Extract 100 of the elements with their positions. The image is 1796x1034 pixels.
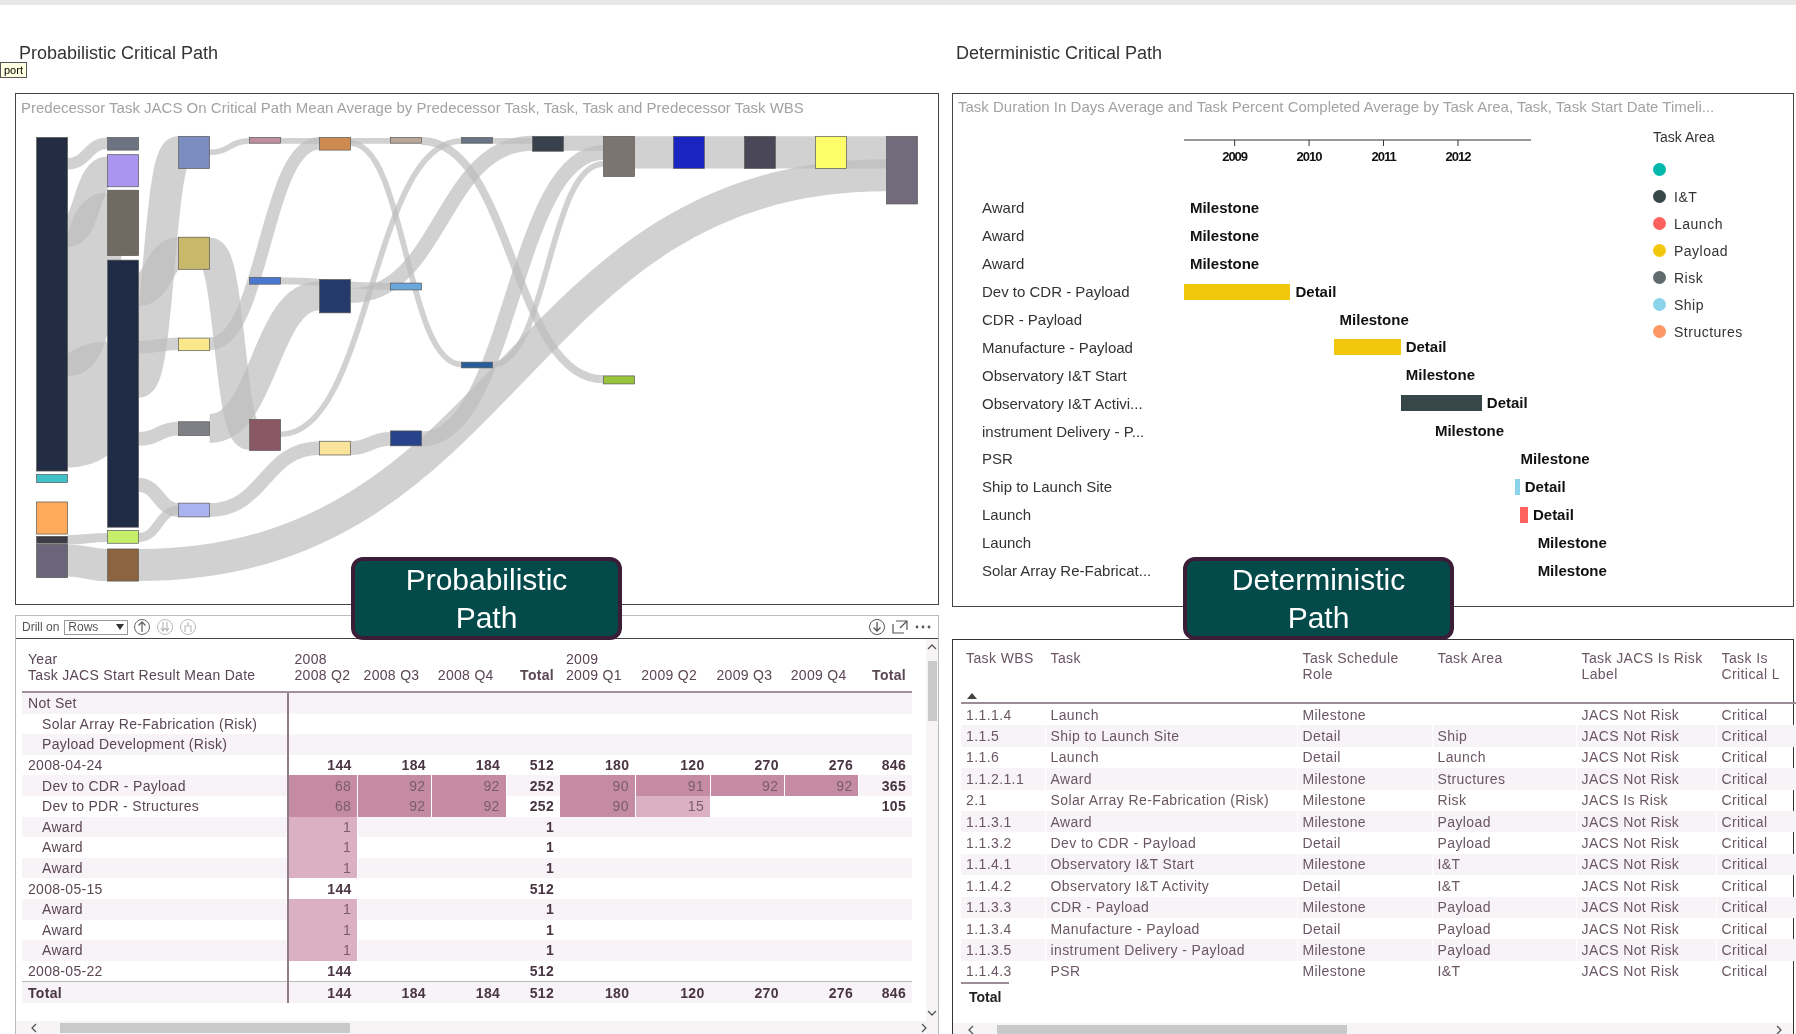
scrollbar-thumb[interactable]: [60, 1022, 350, 1033]
task-label: Manufacture - Payload: [982, 338, 1133, 356]
matrix-cell: 252: [506, 795, 560, 817]
matrix-cell: 92: [431, 775, 507, 796]
row-label: Payload Development (Risk): [22, 734, 289, 755]
table-cell: CDR - Payload: [1045, 896, 1297, 918]
table-cell: Milestone: [1297, 939, 1432, 961]
matrix-cell: 512: [506, 960, 560, 982]
matrix-cell: 92: [710, 775, 785, 796]
sort-ascending-icon[interactable]: [967, 693, 977, 699]
column-header[interactable]: Task Area: [1432, 644, 1576, 703]
horizontal-scrollbar[interactable]: [953, 1023, 1793, 1034]
column-header[interactable]: Task Is Critical L: [1716, 644, 1796, 703]
scroll-right-icon[interactable]: [920, 1022, 928, 1033]
table-cell: Observatory I&T Activity: [1045, 875, 1297, 897]
matrix-cell: 1: [506, 837, 560, 858]
schedule-role-label: Milestone: [1434, 421, 1505, 442]
task-label: Ship to Launch Site: [982, 478, 1113, 496]
drill-dropdown[interactable]: Rows: [64, 619, 129, 635]
task-label: Solar Array Re-Fabricat...: [982, 562, 1152, 579]
schedule-role-label: Milestone: [1189, 253, 1260, 274]
table-cell: Payload: [1432, 832, 1576, 854]
matrix-cell: 365: [859, 775, 912, 796]
matrix-cell: 144: [288, 754, 358, 776]
section-title: Probabilistic Critical Path: [18, 43, 219, 63]
table-cell: Critical: [1716, 725, 1796, 747]
table-cell: Ship: [1432, 725, 1576, 747]
task-label: Award: [982, 199, 1025, 217]
legend-label: Launch: [1674, 215, 1723, 232]
schedule-role-label: Detail: [1295, 281, 1337, 302]
table-cell: Payload: [1432, 896, 1576, 918]
horizontal-scrollbar[interactable]: [16, 1021, 938, 1034]
legend-label: Structures: [1674, 323, 1743, 340]
matrix-cell: 252: [506, 775, 560, 796]
task-label: instrument Delivery - P...: [982, 422, 1145, 440]
task-label: Observatory I&T Start: [982, 366, 1127, 384]
legend-label: I&T: [1674, 188, 1698, 205]
legend-title: Task Area: [1653, 129, 1715, 145]
more-options-icon[interactable]: [914, 624, 932, 630]
column-header[interactable]: Task WBS: [961, 644, 1045, 703]
table-cell: Milestone: [1297, 960, 1432, 983]
task-label: Dev to CDR - Payload: [982, 283, 1130, 301]
scroll-right-icon[interactable]: [1775, 1024, 1783, 1034]
table-cell: 1.1.4.2: [961, 875, 1045, 897]
scrollbar-thumb[interactable]: [927, 661, 937, 721]
matrix-cell: 184: [431, 754, 507, 776]
matrix-cell: 105: [859, 795, 912, 817]
scroll-left-icon[interactable]: [967, 1024, 975, 1034]
drill-label: Drill on: [22, 620, 60, 634]
download-icon[interactable]: [868, 618, 886, 636]
schedule-role-label: Detail: [1486, 393, 1528, 414]
matrix-cell: 184: [357, 754, 432, 776]
task-label: Award: [982, 227, 1025, 245]
matrix-cell: 120: [635, 981, 711, 1003]
matrix-cell: 846: [859, 981, 912, 1003]
matrix-cell: 512: [506, 878, 560, 899]
table-cell: 2.1: [961, 789, 1045, 811]
column-header: Year: [27, 650, 59, 667]
matrix-cell: 90: [560, 775, 636, 796]
table-cell: Milestone: [1297, 896, 1432, 918]
column-header[interactable]: Task: [1045, 644, 1297, 703]
scroll-left-icon[interactable]: [30, 1022, 38, 1033]
table-cell: Risk: [1432, 789, 1576, 811]
table-cell: Detail: [1297, 832, 1432, 854]
vertical-scrollbar[interactable]: [926, 639, 938, 1021]
table-cell: JACS Not Risk: [1576, 810, 1716, 833]
scrollbar-thumb[interactable]: [997, 1024, 1347, 1034]
table-cell: JACS Not Risk: [1576, 832, 1716, 854]
table-cell: JACS Not Risk: [1576, 896, 1716, 918]
expand-icon[interactable]: [891, 619, 909, 635]
table-cell: Critical: [1716, 939, 1796, 961]
task-label: Launch: [982, 534, 1032, 552]
table-cell: 1.1.3.2: [961, 832, 1045, 854]
matrix-cell: 270: [710, 981, 785, 1003]
table-cell: Critical: [1716, 768, 1796, 790]
matrix-cell: 144: [288, 960, 358, 982]
table-cell: Milestone: [1297, 768, 1432, 790]
table-cell: Critical: [1716, 960, 1796, 983]
column-header[interactable]: Task Schedule Role: [1297, 644, 1432, 703]
column-header[interactable]: Task JACS Is Risk Label: [1576, 644, 1716, 703]
matrix-cell: 1: [288, 837, 358, 858]
table-cell: 1.1.4.3: [961, 960, 1045, 983]
scroll-down-icon[interactable]: [927, 1009, 937, 1017]
path-badge: Probabilistic Path: [351, 557, 622, 640]
table-cell: Solar Array Re-Fabrication (Risk): [1045, 789, 1297, 811]
table-cell: Critical: [1716, 810, 1796, 833]
table-cell: I&T: [1432, 853, 1576, 876]
matrix-cell: 144: [288, 878, 358, 899]
schedule-role-label: Detail: [1524, 476, 1566, 497]
matrix-cell: 180: [560, 981, 636, 1003]
legend-label: Ship: [1674, 296, 1705, 313]
schedule-role-label: Milestone: [1520, 449, 1590, 469]
table-cell: Payload: [1432, 939, 1576, 961]
scroll-up-icon[interactable]: [927, 643, 937, 651]
column-header: 2009: [566, 651, 599, 667]
table-cell: 1.1.1.4: [961, 703, 1045, 726]
total-label: Total: [961, 982, 1010, 1008]
legend-label: Payload: [1674, 242, 1729, 259]
table-cell: 1.1.3.3: [961, 896, 1045, 918]
matrix-cell: 1: [288, 940, 358, 961]
